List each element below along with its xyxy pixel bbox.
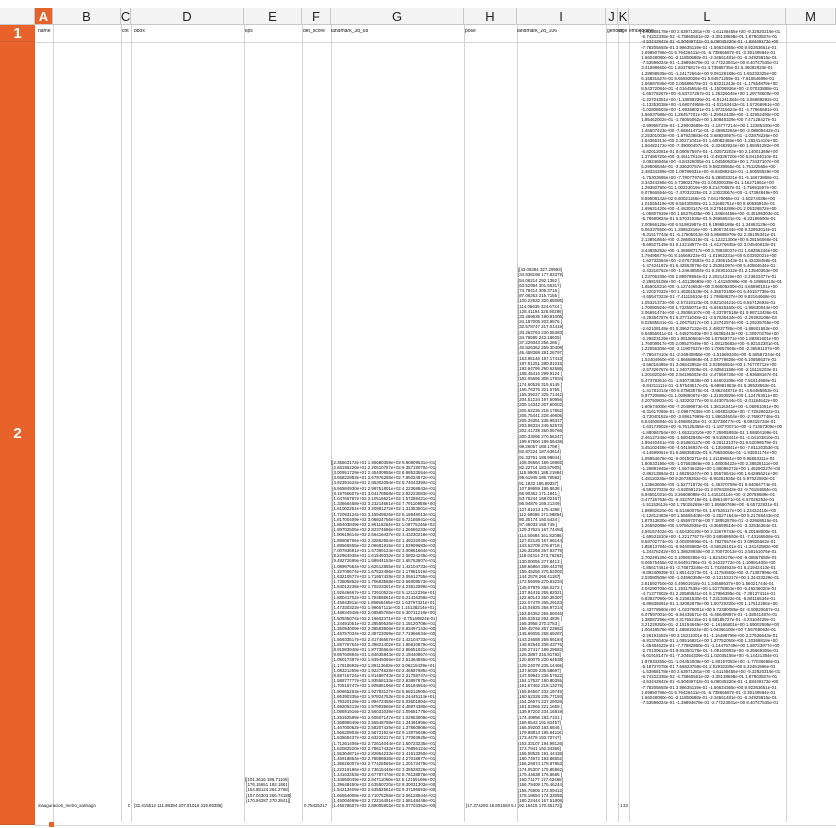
cell-bbox[interactable]: [32.415512 111.98384 207.81018 319.89386… <box>134 803 244 808</box>
column-header-m[interactable]: M <box>786 8 836 25</box>
column-header-a[interactable]: A <box>35 8 53 25</box>
header-cell-det-score[interactable]: det_score <box>303 29 325 34</box>
cell-cnt[interactable]: 0 <box>128 803 130 808</box>
header-cell-kps[interactable]: kps <box>245 29 253 34</box>
column-header-b[interactable]: B <box>53 8 121 25</box>
column-header-d[interactable]: D <box>131 8 244 25</box>
cell-landmark-2d-106[interactable]: [[43.08394 327.29993] [34.938198 177.833… <box>518 267 606 808</box>
row-header-2[interactable]: 2 <box>0 42 35 825</box>
active-cell-selection <box>35 42 52 825</box>
header-cell-bbox[interactable]: bbox <box>134 29 145 34</box>
cell-landmark-3d-68[interactable]: [[2.35563172e+01 1.95680359e+02 9.808096… <box>331 460 464 809</box>
cell-kps[interactable]: [[101.3616 186.71106] [176.15651 192.186… <box>245 777 301 803</box>
column-header-h[interactable]: H <box>464 8 517 25</box>
header-cell-pose[interactable]: pose <box>465 29 476 34</box>
header-cell-name[interactable]: name <box>38 29 51 34</box>
header-cell-landmark-2d-106[interactable]: landmark_2d_106 <box>517 29 557 34</box>
column-header-i[interactable]: I <box>517 8 606 25</box>
column-header-l[interactable]: L <box>629 8 786 25</box>
fill-handle[interactable] <box>49 822 54 827</box>
header-cell-cnt[interactable]: cnt <box>122 29 129 34</box>
cell-det-score[interactable]: 0.78425217 <box>304 803 332 808</box>
column-header-f[interactable]: F <box>302 8 331 25</box>
cell-embedding[interactable]: [-1.53958178e+00 2.63971281e+00 -1.61146… <box>640 29 786 705</box>
row-header-1[interactable]: 1 <box>0 25 35 42</box>
column-header-c[interactable]: C <box>121 8 131 25</box>
column-header-g[interactable]: G <box>331 8 464 25</box>
select-all-corner[interactable] <box>0 8 35 25</box>
column-header-j[interactable]: J <box>606 8 618 25</box>
header-cell-landmark-3d-68[interactable]: landmark_3d_68 <box>331 29 368 34</box>
column-header-e[interactable]: E <box>244 8 302 25</box>
column-header-k[interactable]: K <box>618 8 629 25</box>
cell-age[interactable]: 33 <box>623 803 628 808</box>
header-cell-age[interactable]: age <box>619 29 627 34</box>
cell-pose[interactable]: [17.374293 18.801693 5.9067106] <box>466 803 516 808</box>
